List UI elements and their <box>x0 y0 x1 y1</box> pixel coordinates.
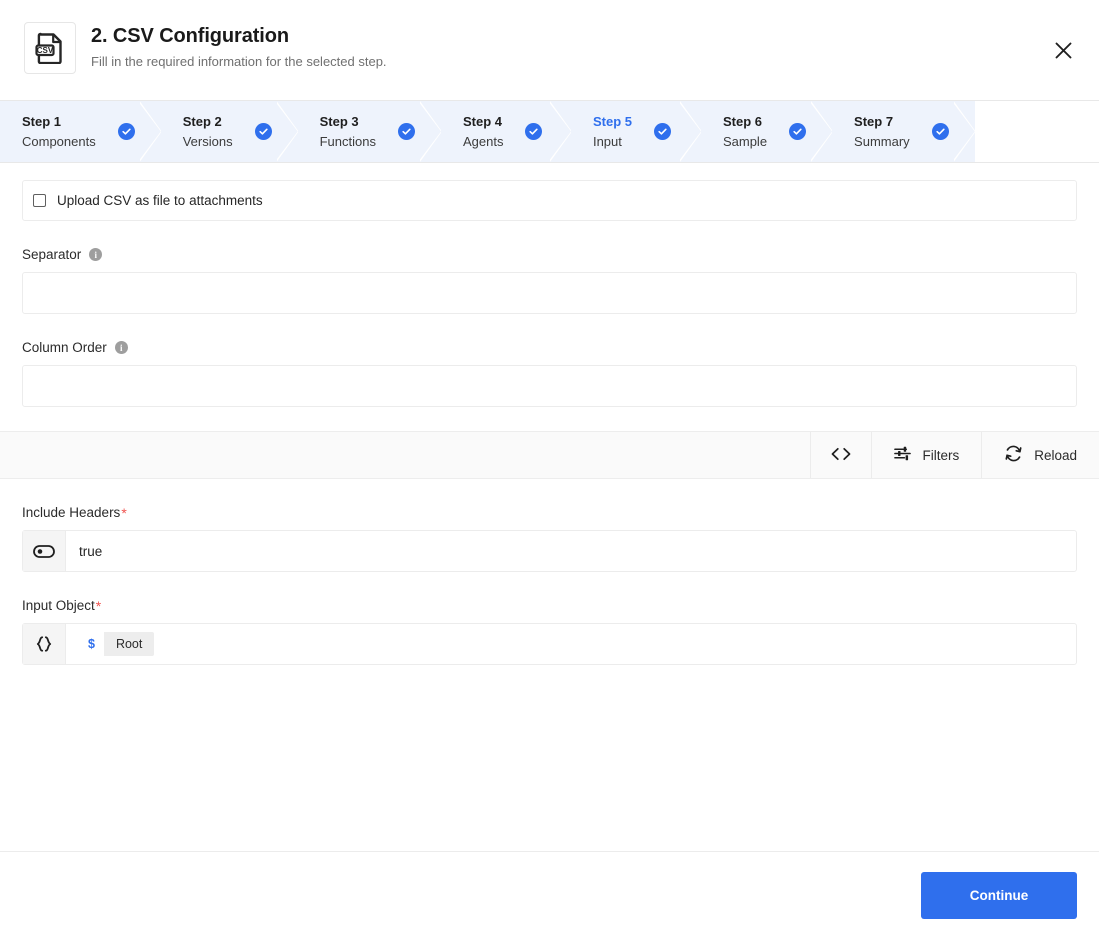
step-label: Components <box>22 134 96 149</box>
step-complete-check-icon <box>254 123 272 140</box>
svg-text:CSV: CSV <box>37 46 54 55</box>
upload-csv-checkbox[interactable] <box>33 194 46 207</box>
step-item-5[interactable]: Step 5 Input <box>570 101 701 162</box>
chip-sigil: $ <box>79 632 104 656</box>
refresh-icon <box>1004 445 1023 465</box>
csv-file-icon: CSV <box>24 22 76 74</box>
dialog-header: CSV 2. CSV Configuration Fill in the req… <box>0 0 1099 101</box>
step-complete-check-icon <box>525 123 543 140</box>
step-complete-check-icon <box>931 123 949 140</box>
step-label: Summary <box>854 134 910 149</box>
step-item-6[interactable]: Step 6 Sample <box>700 101 833 162</box>
include-headers-label-text: Include Headers <box>22 505 121 520</box>
root-path-chip[interactable]: $ Root <box>79 632 155 656</box>
step-number: Step 1 <box>22 114 62 129</box>
upload-csv-checkbox-row[interactable]: Upload CSV as file to attachments <box>22 180 1077 221</box>
step-item-4[interactable]: Step 4 Agents <box>440 101 571 162</box>
reload-button[interactable]: Reload <box>981 432 1099 478</box>
step-number: Step 2 <box>182 114 222 129</box>
step-number: Step 6 <box>722 114 762 129</box>
step-label: Input <box>592 134 622 149</box>
continue-button[interactable]: Continue <box>921 871 1077 919</box>
close-icon[interactable] <box>1049 36 1077 64</box>
info-icon[interactable]: i <box>89 248 103 261</box>
page-title: 2. CSV Configuration <box>91 25 290 47</box>
step-item-7[interactable]: Step 7 Summary <box>832 101 975 162</box>
chip-name: Root <box>103 632 155 656</box>
input-object-value[interactable]: $ Root <box>66 624 1076 664</box>
column-order-label: Column Order i <box>22 340 1099 355</box>
step-number: Step 4 <box>462 114 502 129</box>
code-brackets-icon <box>831 447 851 464</box>
page-subtitle: Fill in the required information for the… <box>91 54 387 69</box>
header-text-block: 2. CSV Configuration Fill in the require… <box>91 22 387 70</box>
reload-label: Reload <box>1034 447 1077 463</box>
step-number: Step 5 <box>592 114 632 129</box>
sliders-icon <box>894 445 912 465</box>
include-headers-value[interactable]: true <box>66 531 1076 571</box>
step-number: Step 7 <box>854 114 894 129</box>
step-label: Sample <box>722 134 768 149</box>
column-order-label-text: Column Order <box>22 340 107 355</box>
step-complete-check-icon <box>789 123 807 140</box>
column-order-input[interactable] <box>22 365 1077 407</box>
required-indicator: * <box>95 597 102 614</box>
separator-label: Separator i <box>22 247 1099 262</box>
stepper-tail <box>974 101 1099 162</box>
include-headers-row[interactable]: true <box>22 530 1077 572</box>
editor-toolbar: Filters Reload <box>0 431 1099 479</box>
info-icon[interactable]: i <box>114 341 128 354</box>
input-object-label-text: Input Object <box>22 598 95 613</box>
separator-label-text: Separator <box>22 247 82 262</box>
form-body: Upload CSV as file to attachments Separa… <box>0 180 1099 665</box>
include-headers-label: Include Headers * <box>22 505 1099 520</box>
step-complete-check-icon <box>653 123 671 140</box>
input-object-label: Input Object * <box>22 598 1099 613</box>
step-item-2[interactable]: Step 2 Versions <box>160 101 298 162</box>
step-label: Versions <box>182 134 233 149</box>
toggle-icon <box>23 531 66 571</box>
braces-icon <box>23 624 66 664</box>
step-label: Agents <box>462 134 504 149</box>
code-view-button[interactable] <box>810 432 871 478</box>
step-complete-check-icon <box>117 123 135 140</box>
wizard-stepper: Step 1 Components Step 2 Versions Step 3… <box>0 101 1099 163</box>
step-item-3[interactable]: Step 3 Functions <box>297 101 441 162</box>
filters-button[interactable]: Filters <box>871 432 981 478</box>
step-item-1[interactable]: Step 1 Components <box>0 101 161 162</box>
required-indicator: * <box>121 504 127 521</box>
filters-label: Filters <box>922 447 960 463</box>
dialog-footer: Continue <box>0 851 1099 938</box>
step-complete-check-icon <box>397 123 415 140</box>
separator-input[interactable] <box>22 272 1077 314</box>
step-label: Functions <box>319 134 376 149</box>
input-object-row[interactable]: $ Root <box>22 623 1077 665</box>
step-number: Step 3 <box>319 114 359 129</box>
upload-csv-checkbox-label: Upload CSV as file to attachments <box>57 193 263 208</box>
